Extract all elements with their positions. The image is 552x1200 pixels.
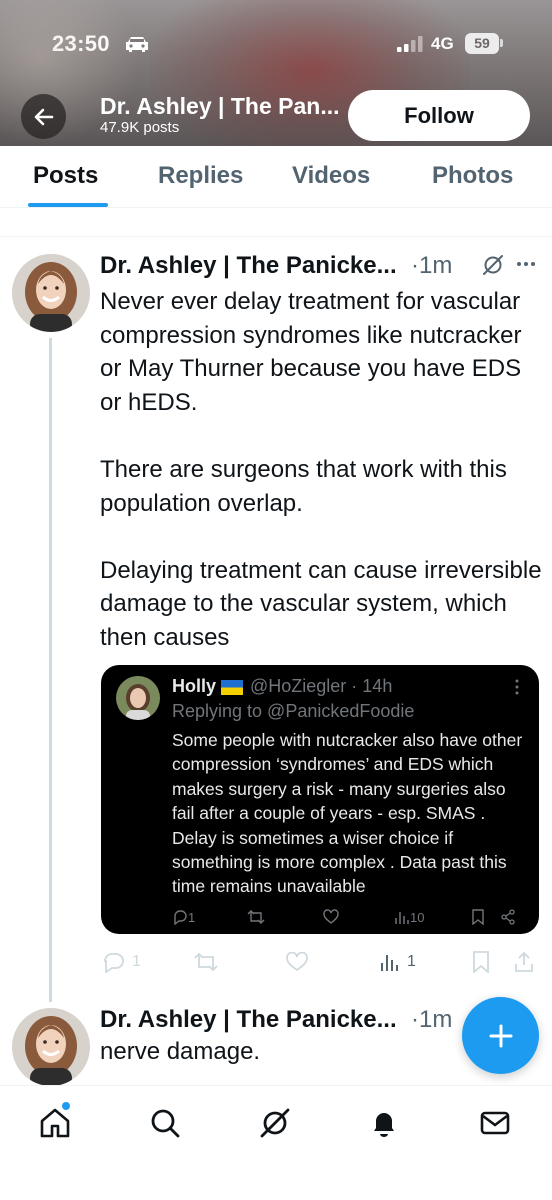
grok-icon[interactable] — [258, 1106, 292, 1140]
status-time: 23:50 — [52, 31, 110, 56]
messages-icon[interactable] — [478, 1106, 512, 1140]
bookmark-button[interactable] — [472, 950, 490, 974]
tweet-text: nerve damage. — [100, 1038, 261, 1065]
share-icon — [515, 951, 533, 972]
reply-button[interactable]: 1 — [102, 950, 141, 974]
thread-line — [49, 338, 52, 1002]
battery-indicator: 59 — [465, 33, 499, 54]
quote-views-action: 10 — [394, 908, 424, 926]
tweet-text: Never ever delay treatment for vascular … — [100, 285, 545, 655]
repost-icon — [194, 952, 218, 972]
tweet-paragraph: There are surgeons that work with this p… — [100, 455, 507, 517]
compose-button[interactable] — [462, 997, 539, 1074]
quoted-reply-screenshot[interactable]: Holly @HoZiegler · 14h Replying to @Pani… — [101, 665, 539, 934]
back-button[interactable] — [21, 94, 66, 139]
share-button[interactable] — [514, 950, 534, 974]
bottom-nav — [0, 1085, 552, 1200]
author-name[interactable]: Dr. Ashley | The Panicke... — [100, 252, 397, 280]
views-icon — [395, 912, 409, 924]
tab-posts[interactable]: Posts — [33, 162, 98, 190]
follow-button[interactable]: Follow — [348, 90, 530, 141]
quote-repost-action — [247, 908, 265, 926]
author-name[interactable]: Dr. Ashley | The Panicke... — [100, 1006, 397, 1034]
arrow-left-icon — [34, 108, 53, 125]
tweet-time[interactable]: ·1m — [411, 252, 452, 280]
tab-photos[interactable]: Photos — [432, 162, 513, 190]
plus-icon — [489, 1024, 512, 1047]
bookmark-icon — [472, 909, 484, 925]
repost-button[interactable] — [193, 950, 219, 974]
more-icon[interactable] — [515, 252, 537, 276]
avatar[interactable] — [12, 1008, 90, 1086]
grok-icon[interactable] — [481, 253, 505, 277]
repost-icon — [247, 910, 265, 924]
battery-tip — [500, 39, 503, 47]
notifications-icon[interactable] — [367, 1106, 401, 1140]
quote-views-count: 10 — [410, 909, 425, 925]
quote-text: Some people with nutcracker also have ot… — [172, 730, 523, 897]
active-tab-indicator — [28, 203, 108, 207]
quote-reply-action: 1 — [172, 908, 195, 926]
ukraine-flag-icon — [221, 680, 243, 695]
heart-icon — [286, 952, 308, 972]
home-notification-dot — [62, 1102, 70, 1110]
search-icon[interactable] — [148, 1106, 182, 1140]
tab-videos[interactable]: Videos — [292, 162, 370, 190]
tab-replies[interactable]: Replies — [158, 162, 243, 190]
reply-icon — [174, 910, 187, 925]
quote-like-action — [323, 908, 339, 926]
quote-share-action — [500, 908, 516, 926]
views-icon — [381, 955, 398, 971]
reply-count: 1 — [132, 953, 141, 970]
reply-icon — [104, 953, 124, 973]
quote-avatar — [116, 676, 160, 720]
avatar[interactable] — [12, 254, 90, 332]
signal-icon — [397, 36, 423, 52]
views-button[interactable]: 1 — [380, 950, 416, 974]
quote-handle: @HoZiegler · 14h — [250, 676, 393, 696]
tweet-paragraph: Never ever delay treatment for vascular … — [100, 288, 522, 416]
post-count: 47.9K posts — [100, 119, 180, 136]
bookmark-icon — [473, 951, 489, 973]
profile-name: Dr. Ashley | The Pan... — [100, 93, 340, 119]
home-icon[interactable] — [38, 1106, 72, 1140]
quote-bookmark-action — [471, 908, 485, 926]
share-icon — [501, 909, 515, 925]
profile-tabs: Posts Replies Videos Photos — [0, 146, 552, 208]
tweet-paragraph: Delaying treatment can cause irreversibl… — [100, 556, 542, 651]
quote-replying-to: Replying to @PanickedFoodie — [172, 701, 415, 721]
quote-reply-count: 1 — [188, 909, 196, 925]
network-label: 4G — [431, 34, 454, 53]
heart-icon — [323, 909, 339, 924]
quote-more-icon — [515, 679, 519, 695]
quote-name: Holly — [172, 676, 217, 696]
feed-divider — [0, 236, 552, 237]
tweet-time[interactable]: ·1m — [411, 1006, 452, 1034]
like-button[interactable] — [286, 950, 308, 974]
views-count: 1 — [407, 953, 416, 970]
car-icon — [126, 37, 148, 52]
